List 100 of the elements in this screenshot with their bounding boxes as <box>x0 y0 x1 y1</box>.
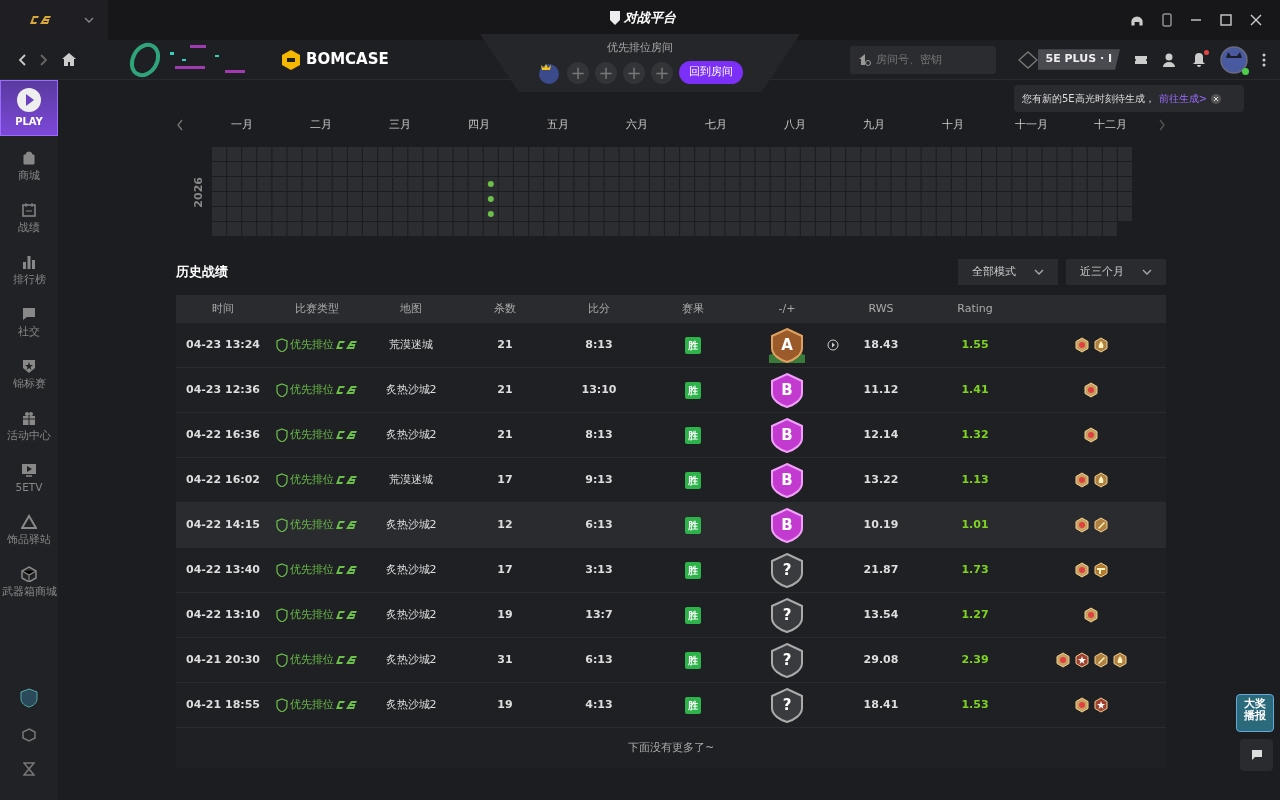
prev-month-icon[interactable] <box>176 119 184 131</box>
rank-grade: B <box>781 469 793 491</box>
match-score: 6:13 <box>585 651 613 668</box>
rating-value: 2.39 <box>961 651 989 668</box>
column-header: 地图 <box>400 300 422 317</box>
medal-icon <box>1083 607 1099 623</box>
map-name: 炙热沙城2 <box>385 606 437 623</box>
match-type: 优先排位 <box>290 336 334 353</box>
result-tag: 胜 <box>685 696 701 714</box>
rank-grade: B <box>781 379 793 401</box>
month-label: 八月 <box>782 116 807 133</box>
result-tag: 胜 <box>685 561 701 579</box>
match-score: 6:13 <box>585 516 613 533</box>
shield-icon[interactable] <box>20 688 38 708</box>
shield-icon <box>276 338 288 352</box>
column-header: Rating <box>957 300 993 317</box>
rws-value: 12.14 <box>863 426 899 443</box>
match-time: 04-22 14:15 <box>186 516 260 533</box>
match-type: 优先排位 <box>290 471 334 488</box>
play-icon[interactable] <box>827 339 839 351</box>
cs-logo-icon <box>336 655 358 665</box>
avatar-icon[interactable] <box>1220 45 1248 74</box>
month-label: 五月 <box>545 116 570 133</box>
result-tag: 胜 <box>685 651 701 669</box>
back-icon[interactable] <box>18 53 26 66</box>
cs-logo-icon <box>336 565 358 575</box>
chat-icon <box>21 306 37 322</box>
sidebar-item[interactable]: 排行榜 <box>12 254 46 306</box>
result-tag: 胜 <box>685 336 701 354</box>
filter-dropdown[interactable]: 近三个月 <box>1066 258 1166 286</box>
rating-value: 1.53 <box>961 696 989 713</box>
close-icon[interactable] <box>1250 14 1262 26</box>
match-time: 04-22 13:10 <box>186 606 260 623</box>
kills-count: 31 <box>497 651 513 668</box>
shield-icon <box>276 518 288 532</box>
match-type: 优先排位 <box>290 516 334 533</box>
medal-icon <box>1073 562 1090 578</box>
plus-badge[interactable]: 5E PLUS · I <box>1037 49 1120 70</box>
section-title: 历史战绩 <box>176 262 228 281</box>
hourglass-icon[interactable] <box>23 762 35 776</box>
calendar-icon <box>21 202 37 218</box>
triangle-icon <box>21 514 37 530</box>
filter-dropdown[interactable]: 全部模式 <box>958 258 1058 286</box>
empty-slot-button[interactable]: + <box>623 61 645 84</box>
empty-slot-button[interactable]: + <box>567 61 589 84</box>
kills-count: 19 <box>497 606 513 623</box>
month-label: 十一月 <box>1014 116 1049 133</box>
match-score: 4:13 <box>585 696 613 713</box>
result-tag: 胜 <box>685 426 701 444</box>
friends-icon[interactable] <box>1162 52 1178 67</box>
maximize-icon[interactable] <box>1220 14 1232 26</box>
rws-value: 21.87 <box>863 561 899 578</box>
bag-icon <box>21 150 37 166</box>
cube-logo-icon <box>280 48 302 71</box>
search-field[interactable]: 房间号、密钥 <box>849 45 996 74</box>
sidebar-item[interactable]: 锦标赛 <box>12 358 46 410</box>
sidebar-item[interactable]: 饰品驿站 <box>7 514 51 566</box>
empty-slot-button[interactable]: + <box>651 61 673 84</box>
rws-value: 18.41 <box>863 696 899 713</box>
headset-icon[interactable] <box>1130 13 1144 27</box>
sidebar-item[interactable]: 5ETV <box>15 462 43 514</box>
prize-broadcast-badge[interactable]: 大奖播报 <box>1236 694 1274 732</box>
cube-icon <box>21 566 37 582</box>
game-selector[interactable] <box>0 0 108 40</box>
hexagon-icon[interactable] <box>22 728 36 742</box>
home-icon[interactable] <box>62 53 76 66</box>
forward-icon[interactable] <box>40 53 48 66</box>
result-tag: 胜 <box>685 606 701 624</box>
ticket-icon[interactable] <box>1134 53 1148 66</box>
shield-icon <box>276 383 288 397</box>
generate-link[interactable]: 前往生成> <box>1158 91 1208 106</box>
sidebar-item[interactable]: 活动中心 <box>7 410 51 462</box>
empty-slot-button[interactable]: + <box>595 61 617 84</box>
chart-icon <box>21 254 37 270</box>
month-label: 十月 <box>940 116 965 133</box>
close-icon[interactable] <box>1211 93 1222 104</box>
kills-count: 12 <box>497 516 513 533</box>
column-header: RWS <box>868 300 894 317</box>
cs-logo-icon <box>336 385 358 395</box>
map-name: 炙热沙城2 <box>385 426 437 443</box>
play-button[interactable]: PLAY <box>0 80 58 136</box>
medal-icon <box>1073 697 1090 713</box>
sidebar-item[interactable]: 武器箱商城 <box>1 566 57 618</box>
cs-logo-icon <box>336 475 358 485</box>
sidebar-item[interactable]: 战绩 <box>18 202 40 254</box>
more-icon[interactable] <box>1262 52 1266 67</box>
medal-icon <box>1092 472 1109 488</box>
return-room-button[interactable]: 回到房间 <box>679 61 743 84</box>
chat-button[interactable] <box>1240 739 1273 771</box>
match-time: 04-23 13:24 <box>186 336 260 353</box>
bell-icon[interactable] <box>1192 52 1206 67</box>
tooltip-text: 您有新的5E高光时刻待生成， <box>1022 92 1155 106</box>
phone-icon[interactable] <box>1162 13 1172 27</box>
sidebar-item[interactable]: 社交 <box>18 306 40 358</box>
brand-logo: BOMCASE <box>306 49 389 71</box>
rank-grade: ? <box>782 694 792 716</box>
sidebar-item[interactable]: 商城 <box>18 150 40 202</box>
column-header: 杀数 <box>494 300 516 317</box>
cs-logo-icon <box>336 430 358 440</box>
rating-value: 1.41 <box>961 381 989 398</box>
